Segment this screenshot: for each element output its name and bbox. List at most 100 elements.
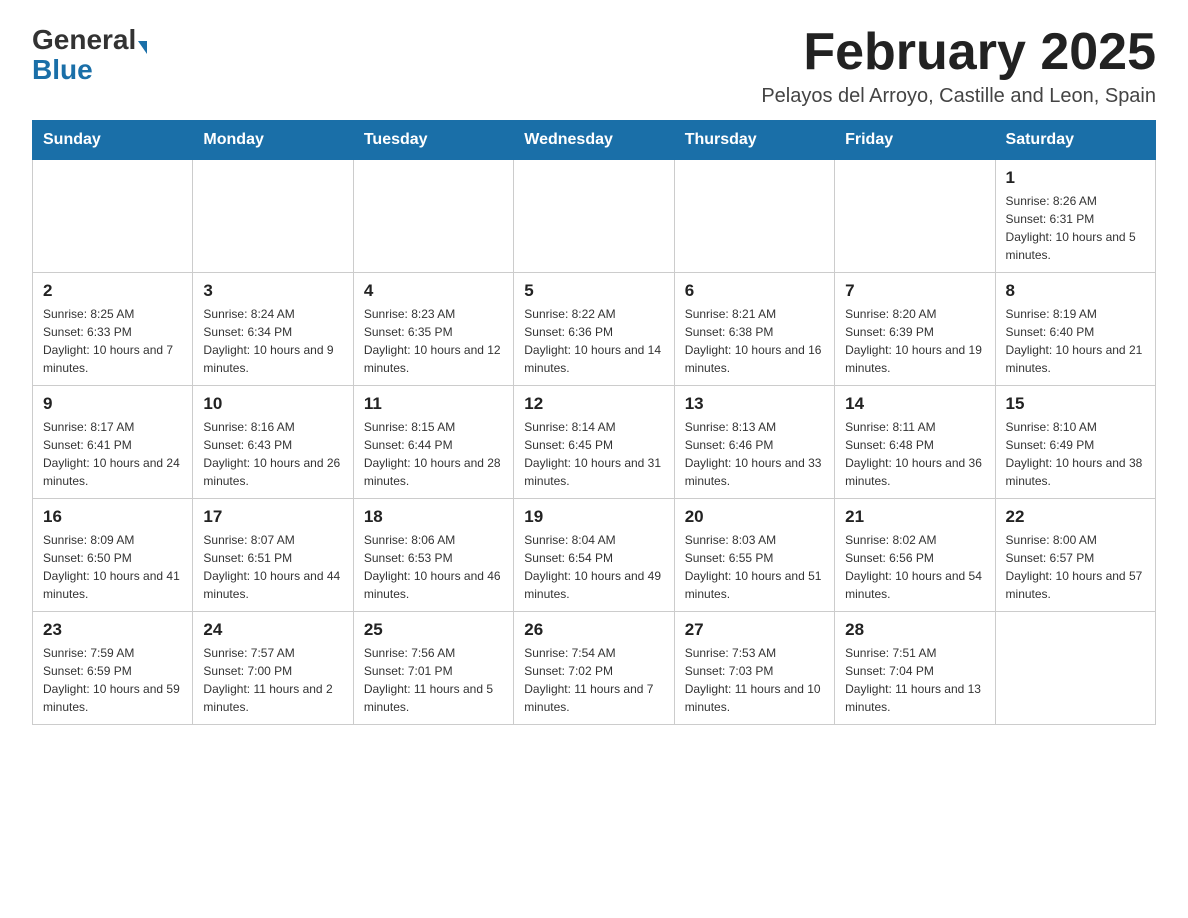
header-thursday: Thursday bbox=[674, 121, 834, 160]
day-detail: Sunrise: 8:15 AMSunset: 6:44 PMDaylight:… bbox=[364, 418, 503, 490]
day-detail: Sunrise: 8:07 AMSunset: 6:51 PMDaylight:… bbox=[203, 531, 342, 603]
page-header: General Blue February 2025 Pelayos del A… bbox=[32, 24, 1156, 108]
logo: General Blue bbox=[32, 24, 149, 84]
header-sunday: Sunday bbox=[33, 121, 193, 160]
calendar-cell: 28Sunrise: 7:51 AMSunset: 7:04 PMDayligh… bbox=[835, 612, 995, 725]
day-number: 16 bbox=[43, 507, 182, 527]
day-number: 2 bbox=[43, 281, 182, 301]
day-detail: Sunrise: 8:10 AMSunset: 6:49 PMDaylight:… bbox=[1006, 418, 1145, 490]
day-detail: Sunrise: 8:00 AMSunset: 6:57 PMDaylight:… bbox=[1006, 531, 1145, 603]
calendar-cell bbox=[353, 160, 513, 273]
location-subtitle: Pelayos del Arroyo, Castille and Leon, S… bbox=[761, 85, 1156, 108]
calendar-cell bbox=[835, 160, 995, 273]
day-detail: Sunrise: 8:09 AMSunset: 6:50 PMDaylight:… bbox=[43, 531, 182, 603]
calendar-week-row: 16 Sunrise: 8:09 AMSunset: 6:50 PMDayligh… bbox=[33, 499, 1156, 612]
day-detail: Sunrise: 7:56 AMSunset: 7:01 PMDaylight:… bbox=[364, 644, 503, 716]
header-saturday: Saturday bbox=[995, 121, 1155, 160]
day-detail: Sunrise: 7:57 AMSunset: 7:00 PMDaylight:… bbox=[203, 644, 342, 716]
calendar-cell: 11 Sunrise: 8:15 AMSunset: 6:44 PMDayligh… bbox=[353, 386, 513, 499]
calendar-cell: 10 Sunrise: 8:16 AMSunset: 6:43 PMDayligh… bbox=[193, 386, 353, 499]
day-number: 11 bbox=[364, 394, 503, 414]
calendar-cell: 12Sunrise: 8:14 AMSunset: 6:45 PMDayligh… bbox=[514, 386, 674, 499]
month-title: February 2025 bbox=[761, 24, 1156, 81]
calendar-cell: 22 Sunrise: 8:00 AMSunset: 6:57 PMDayligh… bbox=[995, 499, 1155, 612]
day-detail: Sunrise: 7:59 AMSunset: 6:59 PMDaylight:… bbox=[43, 644, 182, 716]
day-number: 23 bbox=[43, 620, 182, 640]
calendar-cell: 1 Sunrise: 8:26 AMSunset: 6:31 PMDaylight… bbox=[995, 160, 1155, 273]
calendar-header-row: Sunday Monday Tuesday Wednesday Thursday… bbox=[33, 121, 1156, 160]
calendar-cell: 15Sunrise: 8:10 AMSunset: 6:49 PMDayligh… bbox=[995, 386, 1155, 499]
calendar-cell: 3 Sunrise: 8:24 AMSunset: 6:34 PMDaylight… bbox=[193, 273, 353, 386]
day-number: 20 bbox=[685, 507, 824, 527]
day-detail: Sunrise: 8:22 AMSunset: 6:36 PMDaylight:… bbox=[524, 305, 663, 377]
header-tuesday: Tuesday bbox=[353, 121, 513, 160]
day-number: 3 bbox=[203, 281, 342, 301]
day-detail: Sunrise: 8:06 AMSunset: 6:53 PMDaylight:… bbox=[364, 531, 503, 603]
logo-text: General bbox=[32, 24, 149, 56]
calendar-cell: 14Sunrise: 8:11 AMSunset: 6:48 PMDayligh… bbox=[835, 386, 995, 499]
day-number: 19 bbox=[524, 507, 663, 527]
calendar-cell: 2 Sunrise: 8:25 AMSunset: 6:33 PMDaylight… bbox=[33, 273, 193, 386]
day-detail: Sunrise: 8:20 AMSunset: 6:39 PMDaylight:… bbox=[845, 305, 984, 377]
day-detail: Sunrise: 7:53 AMSunset: 7:03 PMDaylight:… bbox=[685, 644, 824, 716]
day-detail: Sunrise: 7:51 AMSunset: 7:04 PMDaylight:… bbox=[845, 644, 984, 716]
calendar-cell bbox=[995, 612, 1155, 725]
calendar-cell: 7 Sunrise: 8:20 AMSunset: 6:39 PMDaylight… bbox=[835, 273, 995, 386]
day-detail: Sunrise: 8:04 AMSunset: 6:54 PMDaylight:… bbox=[524, 531, 663, 603]
day-number: 8 bbox=[1006, 281, 1145, 301]
day-detail: Sunrise: 7:54 AMSunset: 7:02 PMDaylight:… bbox=[524, 644, 663, 716]
day-detail: Sunrise: 8:03 AMSunset: 6:55 PMDaylight:… bbox=[685, 531, 824, 603]
calendar-cell: 27 Sunrise: 7:53 AMSunset: 7:03 PMDayligh… bbox=[674, 612, 834, 725]
day-number: 13 bbox=[685, 394, 824, 414]
calendar-cell bbox=[33, 160, 193, 273]
day-detail: Sunrise: 8:13 AMSunset: 6:46 PMDaylight:… bbox=[685, 418, 824, 490]
calendar-week-row: 2 Sunrise: 8:25 AMSunset: 6:33 PMDaylight… bbox=[33, 273, 1156, 386]
day-number: 24 bbox=[203, 620, 342, 640]
header-monday: Monday bbox=[193, 121, 353, 160]
calendar-cell: 13 Sunrise: 8:13 AMSunset: 6:46 PMDayligh… bbox=[674, 386, 834, 499]
day-number: 9 bbox=[43, 394, 182, 414]
calendar-cell: 18 Sunrise: 8:06 AMSunset: 6:53 PMDayligh… bbox=[353, 499, 513, 612]
calendar-cell: 17 Sunrise: 8:07 AMSunset: 6:51 PMDayligh… bbox=[193, 499, 353, 612]
day-number: 22 bbox=[1006, 507, 1145, 527]
calendar-cell: 21Sunrise: 8:02 AMSunset: 6:56 PMDayligh… bbox=[835, 499, 995, 612]
calendar-cell: 26 Sunrise: 7:54 AMSunset: 7:02 PMDayligh… bbox=[514, 612, 674, 725]
day-detail: Sunrise: 8:02 AMSunset: 6:56 PMDaylight:… bbox=[845, 531, 984, 603]
calendar-cell: 24 Sunrise: 7:57 AMSunset: 7:00 PMDayligh… bbox=[193, 612, 353, 725]
calendar-cell: 5Sunrise: 8:22 AMSunset: 6:36 PMDaylight… bbox=[514, 273, 674, 386]
day-detail: Sunrise: 8:24 AMSunset: 6:34 PMDaylight:… bbox=[203, 305, 342, 377]
title-area: February 2025 Pelayos del Arroyo, Castil… bbox=[761, 24, 1156, 108]
calendar-week-row: 1 Sunrise: 8:26 AMSunset: 6:31 PMDaylight… bbox=[33, 160, 1156, 273]
day-detail: Sunrise: 8:25 AMSunset: 6:33 PMDaylight:… bbox=[43, 305, 182, 377]
day-number: 1 bbox=[1006, 168, 1145, 188]
day-number: 7 bbox=[845, 281, 984, 301]
day-number: 26 bbox=[524, 620, 663, 640]
day-number: 4 bbox=[364, 281, 503, 301]
calendar-cell: 4 Sunrise: 8:23 AMSunset: 6:35 PMDaylight… bbox=[353, 273, 513, 386]
calendar-cell: 6Sunrise: 8:21 AMSunset: 6:38 PMDaylight… bbox=[674, 273, 834, 386]
day-detail: Sunrise: 8:19 AMSunset: 6:40 PMDaylight:… bbox=[1006, 305, 1145, 377]
calendar-cell bbox=[674, 160, 834, 273]
day-detail: Sunrise: 8:26 AMSunset: 6:31 PMDaylight:… bbox=[1006, 192, 1145, 264]
day-number: 10 bbox=[203, 394, 342, 414]
logo-triangle-icon bbox=[138, 41, 147, 54]
day-number: 17 bbox=[203, 507, 342, 527]
day-number: 12 bbox=[524, 394, 663, 414]
header-friday: Friday bbox=[835, 121, 995, 160]
day-number: 18 bbox=[364, 507, 503, 527]
day-detail: Sunrise: 8:16 AMSunset: 6:43 PMDaylight:… bbox=[203, 418, 342, 490]
calendar-week-row: 9Sunrise: 8:17 AMSunset: 6:41 PMDaylight… bbox=[33, 386, 1156, 499]
calendar-cell: 16 Sunrise: 8:09 AMSunset: 6:50 PMDayligh… bbox=[33, 499, 193, 612]
day-detail: Sunrise: 8:21 AMSunset: 6:38 PMDaylight:… bbox=[685, 305, 824, 377]
logo-blue-text: Blue bbox=[32, 56, 93, 84]
day-number: 27 bbox=[685, 620, 824, 640]
calendar-cell: 20 Sunrise: 8:03 AMSunset: 6:55 PMDayligh… bbox=[674, 499, 834, 612]
day-detail: Sunrise: 8:11 AMSunset: 6:48 PMDaylight:… bbox=[845, 418, 984, 490]
calendar-cell: 9Sunrise: 8:17 AMSunset: 6:41 PMDaylight… bbox=[33, 386, 193, 499]
calendar-cell bbox=[193, 160, 353, 273]
day-detail: Sunrise: 8:23 AMSunset: 6:35 PMDaylight:… bbox=[364, 305, 503, 377]
day-number: 25 bbox=[364, 620, 503, 640]
calendar-cell: 23 Sunrise: 7:59 AMSunset: 6:59 PMDayligh… bbox=[33, 612, 193, 725]
calendar-cell: 8 Sunrise: 8:19 AMSunset: 6:40 PMDaylight… bbox=[995, 273, 1155, 386]
calendar-cell: 19 Sunrise: 8:04 AMSunset: 6:54 PMDayligh… bbox=[514, 499, 674, 612]
